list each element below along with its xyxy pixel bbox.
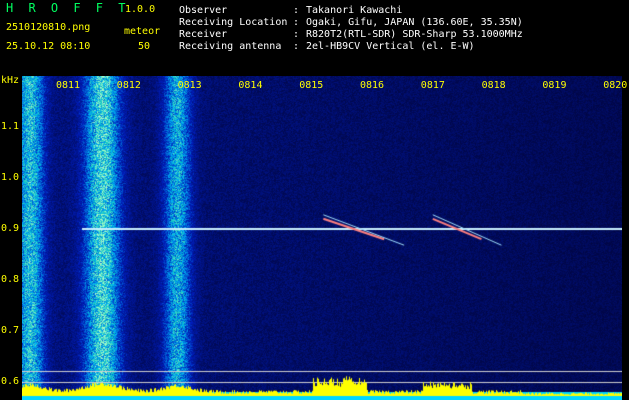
location-sep: :	[293, 17, 300, 28]
y-tick-label: 0.7	[1, 325, 20, 336]
y-tick-label: 0.9	[1, 223, 20, 234]
x-tick-label: 0815	[299, 80, 324, 91]
x-tick-label: 0817	[420, 80, 445, 91]
capture-datetime: 25.10.12 08:10	[6, 41, 91, 52]
x-tick-label: 0814	[238, 80, 263, 91]
x-tick-label: 0812	[116, 80, 141, 91]
meteor-count: 50	[138, 41, 151, 52]
app-title: H R O F F T	[6, 1, 130, 15]
location-value: Ogaki, Gifu, JAPAN (136.60E, 35.35N)	[306, 17, 523, 28]
receiver-label: Receiver	[179, 29, 228, 40]
capture-filename: 2510120810.png	[6, 22, 91, 33]
observer-value: Takanori Kawachi	[306, 5, 403, 16]
antenna-sep: :	[293, 41, 300, 52]
x-tick-label: 0819	[542, 80, 567, 91]
app-version: 1.0.0	[125, 4, 156, 15]
antenna-label: Receiving antenna	[179, 41, 282, 52]
x-tick-label: 0820	[603, 80, 628, 91]
receiver-value: R820T2(RTL-SDR) SDR-Sharp 53.1000MHz	[306, 29, 523, 40]
location-label: Receiving Location	[179, 17, 288, 28]
x-tick-label: 0816	[360, 80, 385, 91]
receiver-sep: :	[293, 29, 300, 40]
x-tick-label: 0811	[56, 80, 81, 91]
y-tick-label: 0.8	[1, 274, 20, 285]
spectrogram-canvas	[22, 76, 622, 400]
x-tick-label: 0818	[481, 80, 506, 91]
header-panel: H R O F F T 1.0.0 2510120810.png meteor …	[0, 0, 629, 72]
y-axis-unit: kHz	[1, 75, 20, 86]
y-tick-label: 0.6	[1, 376, 20, 387]
observer-sep: :	[293, 5, 300, 16]
x-tick-label: 0813	[177, 80, 202, 91]
mode-label: meteor	[124, 26, 161, 37]
observer-label: Observer	[179, 5, 228, 16]
antenna-value: 2el-HB9CV Vertical (el. E-W)	[306, 41, 475, 52]
y-tick-label: 1.0	[1, 172, 20, 183]
y-tick-label: 1.1	[1, 121, 20, 132]
